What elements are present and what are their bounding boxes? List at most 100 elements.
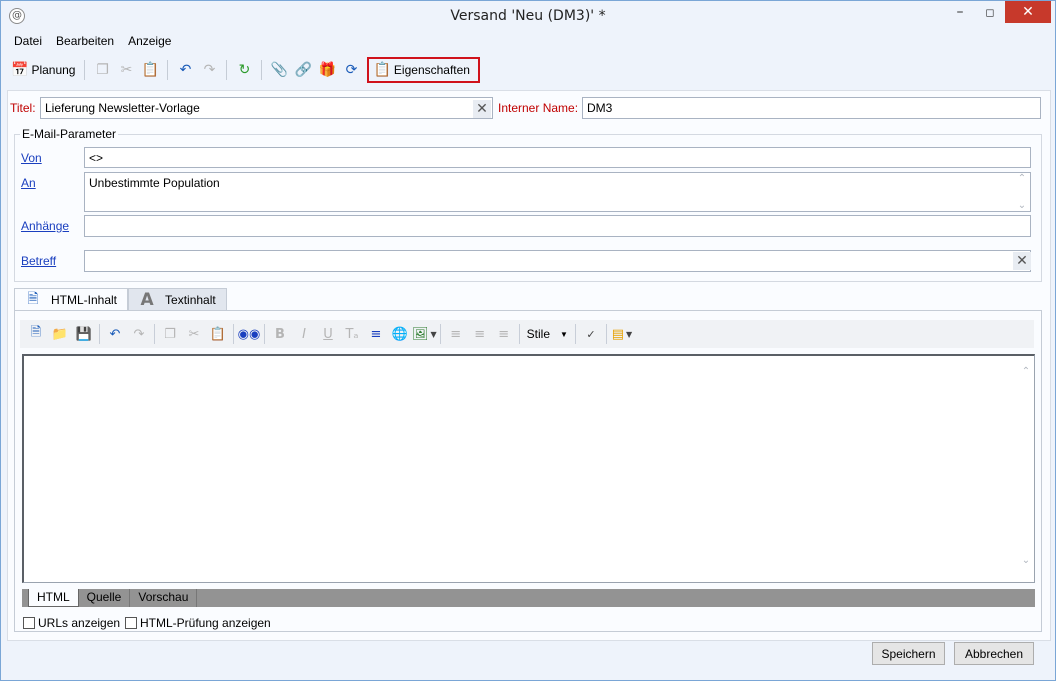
- editor-paste-button[interactable]: 📋: [206, 323, 230, 345]
- html-document-icon: 🗎: [27, 291, 39, 307]
- tab-textinhalt[interactable]: A Textinhalt: [128, 288, 227, 310]
- menu-datei[interactable]: Datei: [7, 32, 49, 50]
- speichern-button[interactable]: Speichern: [872, 642, 945, 665]
- italic-button[interactable]: I: [292, 323, 316, 345]
- betreff-link[interactable]: Betreff: [21, 254, 56, 268]
- mode-quelle[interactable]: Quelle: [79, 589, 131, 607]
- align-center-button[interactable]: ≡: [468, 323, 492, 345]
- open-button[interactable]: 📁: [48, 323, 72, 345]
- cut-button[interactable]: ✂: [114, 58, 138, 82]
- list-button[interactable]: ≡: [364, 323, 388, 345]
- underline-icon: U: [323, 326, 333, 342]
- mode-html[interactable]: HTML: [28, 589, 79, 607]
- chevron-down-icon: ▼: [560, 329, 568, 339]
- editor-undo-button[interactable]: ↶: [103, 323, 127, 345]
- clear-format-button[interactable]: Tₐ: [340, 323, 364, 345]
- anhaenge-link[interactable]: Anhänge: [21, 219, 69, 233]
- tab-html-inhalt-label: HTML-Inhalt: [51, 293, 118, 307]
- html-editor-area[interactable]: ⌃ ⌄: [22, 354, 1035, 583]
- html-pruefung-label: HTML-Prüfung anzeigen: [140, 616, 271, 630]
- an-link[interactable]: An: [21, 176, 36, 190]
- floppy-icon: 💾: [75, 326, 93, 342]
- stile-label: Stile: [526, 327, 551, 341]
- italic-icon: I: [302, 326, 306, 342]
- close-window-button[interactable]: ✕: [1005, 1, 1051, 23]
- spellcheck-icon: ✓: [586, 327, 596, 341]
- titel-label: Titel:: [10, 101, 36, 115]
- gift-button[interactable]: 🎁: [315, 58, 339, 82]
- refresh-icon: ↻: [238, 62, 251, 78]
- align-left-icon: ≡: [450, 326, 462, 342]
- scissors-icon: ✂: [120, 62, 133, 78]
- anhaenge-input[interactable]: [84, 215, 1031, 237]
- urls-anzeigen-label: URLs anzeigen: [38, 616, 121, 630]
- personalization-button[interactable]: ▤ ▼: [610, 323, 634, 345]
- html-pruefung-checkbox[interactable]: HTML-Prüfung anzeigen: [125, 616, 271, 630]
- align-right-icon: ≡: [498, 326, 510, 342]
- von-input[interactable]: <>: [84, 147, 1031, 168]
- undo-button[interactable]: ↶: [173, 58, 197, 82]
- link-insert-button[interactable]: 🌐: [388, 323, 412, 345]
- personalization-icon: ▤: [611, 326, 624, 342]
- eigenschaften-button[interactable]: 📋 Eigenschaften: [367, 57, 480, 83]
- minimize-button[interactable]: –: [945, 1, 975, 23]
- copy-icon: ❐: [96, 62, 109, 78]
- checkbox-box: [125, 617, 137, 629]
- email-parameter-label: E-Mail-Parameter: [20, 127, 119, 141]
- editor-redo-button[interactable]: ↷: [127, 323, 151, 345]
- stile-dropdown[interactable]: Stile ▼: [523, 323, 572, 345]
- main-toolbar: 📅 Planung ❐ ✂ 📋 ↶ ↷ ↻ 📎 🔗 🎁 ⟳ 📋 Eigensch…: [7, 55, 1051, 85]
- copy-button[interactable]: ❐: [90, 58, 114, 82]
- calendar-icon: 📅: [11, 62, 29, 78]
- titel-clear-icon[interactable]: ✕: [473, 100, 491, 118]
- content-panel: Titel: Lieferung Newsletter-Vorlage ✕ In…: [7, 90, 1051, 641]
- align-right-button[interactable]: ≡: [492, 323, 516, 345]
- menu-anzeige[interactable]: Anzeige: [121, 32, 178, 50]
- copy-icon: ❐: [164, 326, 176, 342]
- bold-button[interactable]: B: [268, 323, 292, 345]
- delivery-window: @ Versand 'Neu (DM3)' * – ◻ ✕ Datei Bear…: [0, 0, 1056, 681]
- link-button[interactable]: 🔗: [291, 58, 315, 82]
- editor-scrollbar[interactable]: ⌃ ⌄: [1018, 366, 1034, 566]
- von-link[interactable]: Von: [21, 151, 42, 165]
- editor-copy-button[interactable]: ❐: [158, 323, 182, 345]
- interner-name-input[interactable]: DM3: [582, 97, 1041, 119]
- maximize-button[interactable]: ◻: [975, 1, 1005, 23]
- an-scrollbar[interactable]: ⌃ ⌄: [1014, 173, 1030, 211]
- find-button[interactable]: ◉◉: [237, 323, 261, 345]
- content-tabs: 🗎 HTML-Inhalt A Textinhalt: [14, 288, 227, 311]
- save-doc-button[interactable]: 💾: [72, 323, 96, 345]
- an-input[interactable]: Unbestimmte Population ⌃ ⌄: [84, 172, 1031, 212]
- image-button[interactable]: 🖼 ▼: [412, 323, 437, 345]
- betreff-input[interactable]: [84, 250, 1031, 272]
- betreff-clear-icon[interactable]: ✕: [1013, 252, 1031, 270]
- refresh-button[interactable]: ↻: [232, 58, 256, 82]
- menu-bearbeiten[interactable]: Bearbeiten: [49, 32, 121, 50]
- analyze-button[interactable]: ⟳: [339, 58, 363, 82]
- app-logo-icon: @: [9, 8, 25, 24]
- redo-button[interactable]: ↷: [197, 58, 221, 82]
- spellcheck-button[interactable]: ✓: [579, 323, 603, 345]
- abbrechen-button[interactable]: Abbrechen: [954, 642, 1034, 665]
- planung-label: Planung: [31, 63, 76, 77]
- redo-icon: ↷: [203, 62, 216, 78]
- tab-html-inhalt[interactable]: 🗎 HTML-Inhalt: [14, 288, 129, 311]
- urls-anzeigen-checkbox[interactable]: URLs anzeigen: [23, 616, 120, 630]
- editor-mode-bar: HTML Quelle Vorschau: [22, 589, 1035, 607]
- chevron-down-icon: ▼: [626, 329, 633, 339]
- editor-cut-button[interactable]: ✂: [182, 323, 206, 345]
- underline-button[interactable]: U: [316, 323, 340, 345]
- globe-link-icon: 🌐: [391, 326, 409, 342]
- new-doc-button[interactable]: 🗎: [24, 323, 48, 345]
- titel-input[interactable]: Lieferung Newsletter-Vorlage: [40, 97, 493, 119]
- planung-button[interactable]: 📅 Planung: [7, 58, 79, 82]
- paste-button[interactable]: 📋: [138, 58, 162, 82]
- clipboard-icon: 📋: [141, 62, 160, 78]
- an-value: Unbestimmte Population: [89, 176, 220, 190]
- mode-vorschau[interactable]: Vorschau: [130, 589, 198, 607]
- attachment-button[interactable]: 📎: [267, 58, 291, 82]
- eigenschaften-label: Eigenschaften: [393, 63, 470, 77]
- align-left-button[interactable]: ≡: [444, 323, 468, 345]
- text-a-icon: A: [140, 289, 154, 310]
- folder-icon: 📁: [51, 326, 69, 342]
